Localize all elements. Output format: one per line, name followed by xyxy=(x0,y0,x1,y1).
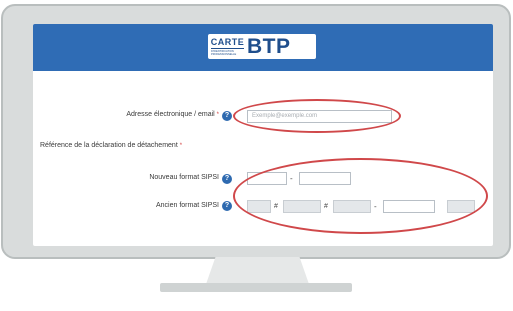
declaration-label: Référence de la déclaration de détacheme… xyxy=(40,142,182,149)
carte-btp-logo: CARTE D'IDENTIFICATION PROFESSIONNELLE B… xyxy=(208,34,316,59)
monitor-bezel: CARTE D'IDENTIFICATION PROFESSIONNELLE B… xyxy=(1,4,511,259)
nouveau-sipsi-label: Nouveau format SIPSI xyxy=(149,174,219,181)
logo-carte-block: CARTE D'IDENTIFICATION PROFESSIONNELLE xyxy=(210,36,245,56)
declaration-required-mark: * xyxy=(179,143,183,149)
email-help-icon[interactable]: ? xyxy=(222,111,232,121)
email-required-mark: * xyxy=(216,112,219,118)
logo-carte-text: CARTE xyxy=(210,36,245,49)
email-label: Adresse électronique / email * xyxy=(73,111,219,118)
site-header: CARTE D'IDENTIFICATION PROFESSIONNELLE B… xyxy=(33,24,493,71)
ancien-sipsi-help-icon[interactable]: ? xyxy=(222,201,232,211)
email-label-text: Adresse électronique / email xyxy=(126,111,215,118)
monitor-screen: CARTE D'IDENTIFICATION PROFESSIONNELLE B… xyxy=(33,24,493,246)
ancien-sipsi-label: Ancien format SIPSI xyxy=(155,202,219,209)
logo-btp-text: BTP xyxy=(247,34,291,58)
sipsi-highlight-ellipse xyxy=(233,158,488,234)
email-highlight-ellipse xyxy=(233,99,401,133)
declaration-label-text: Référence de la déclaration de détacheme… xyxy=(40,142,178,149)
nouveau-sipsi-help-icon[interactable]: ? xyxy=(222,174,232,184)
monitor-base xyxy=(160,283,352,292)
logo-carte-subtitle: D'IDENTIFICATION PROFESSIONNELLE xyxy=(211,49,237,56)
